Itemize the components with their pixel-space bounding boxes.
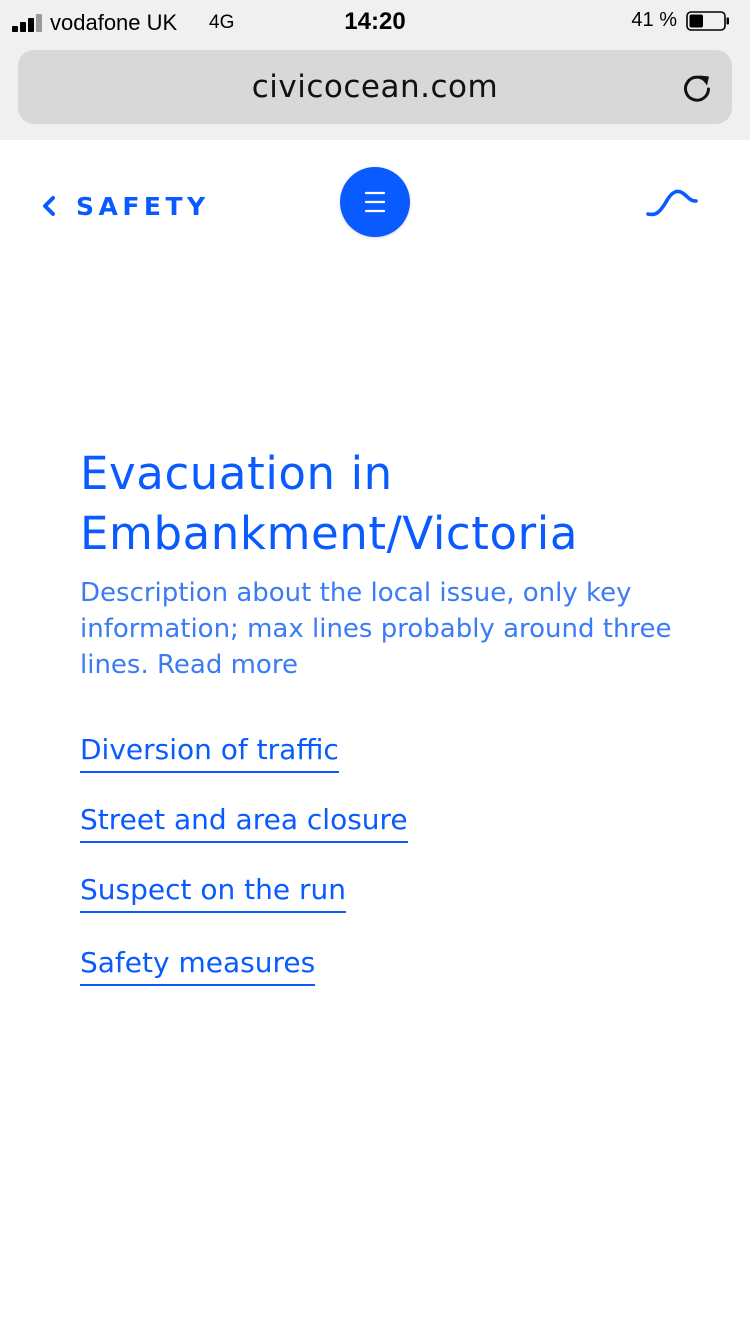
battery-percentage: 41 %: [631, 9, 677, 31]
chevron-left-icon: [43, 196, 55, 216]
battery-icon: [686, 11, 729, 31]
address-bar[interactable]: civicocean.com: [18, 50, 732, 124]
url-text[interactable]: civicocean.com: [18, 69, 732, 105]
list-item: Diversion of traffic: [80, 730, 408, 800]
list-item: Street and area closure: [80, 800, 408, 870]
menu-button[interactable]: [340, 167, 410, 237]
list-item: Safety measures: [80, 943, 408, 1013]
issue-description: Description about the local issue, only …: [80, 575, 680, 683]
topic-links-list: Diversion of traffic Street and area clo…: [80, 730, 408, 1013]
link-suspect-on-the-run[interactable]: Suspect on the run: [80, 870, 347, 913]
page-title: Evacuation in Embankment/Victoria: [80, 447, 579, 560]
status-bar: vodafone UK 4G 14:20 41 %: [0, 0, 750, 44]
reload-icon[interactable]: [680, 70, 714, 104]
list-item: Suspect on the run: [80, 870, 408, 940]
menu-icon: [364, 191, 386, 213]
link-diversion-of-traffic[interactable]: Diversion of traffic: [80, 730, 339, 773]
browser-toolbar: civicocean.com: [0, 44, 750, 140]
link-street-and-area-closure[interactable]: Street and area closure: [80, 800, 408, 843]
wave-logo-icon[interactable]: [644, 186, 700, 222]
read-more-link[interactable]: Read more: [157, 650, 298, 680]
back-label: SAFETY: [76, 191, 210, 221]
link-safety-measures[interactable]: Safety measures: [80, 943, 316, 986]
back-link[interactable]: SAFETY: [38, 187, 210, 225]
